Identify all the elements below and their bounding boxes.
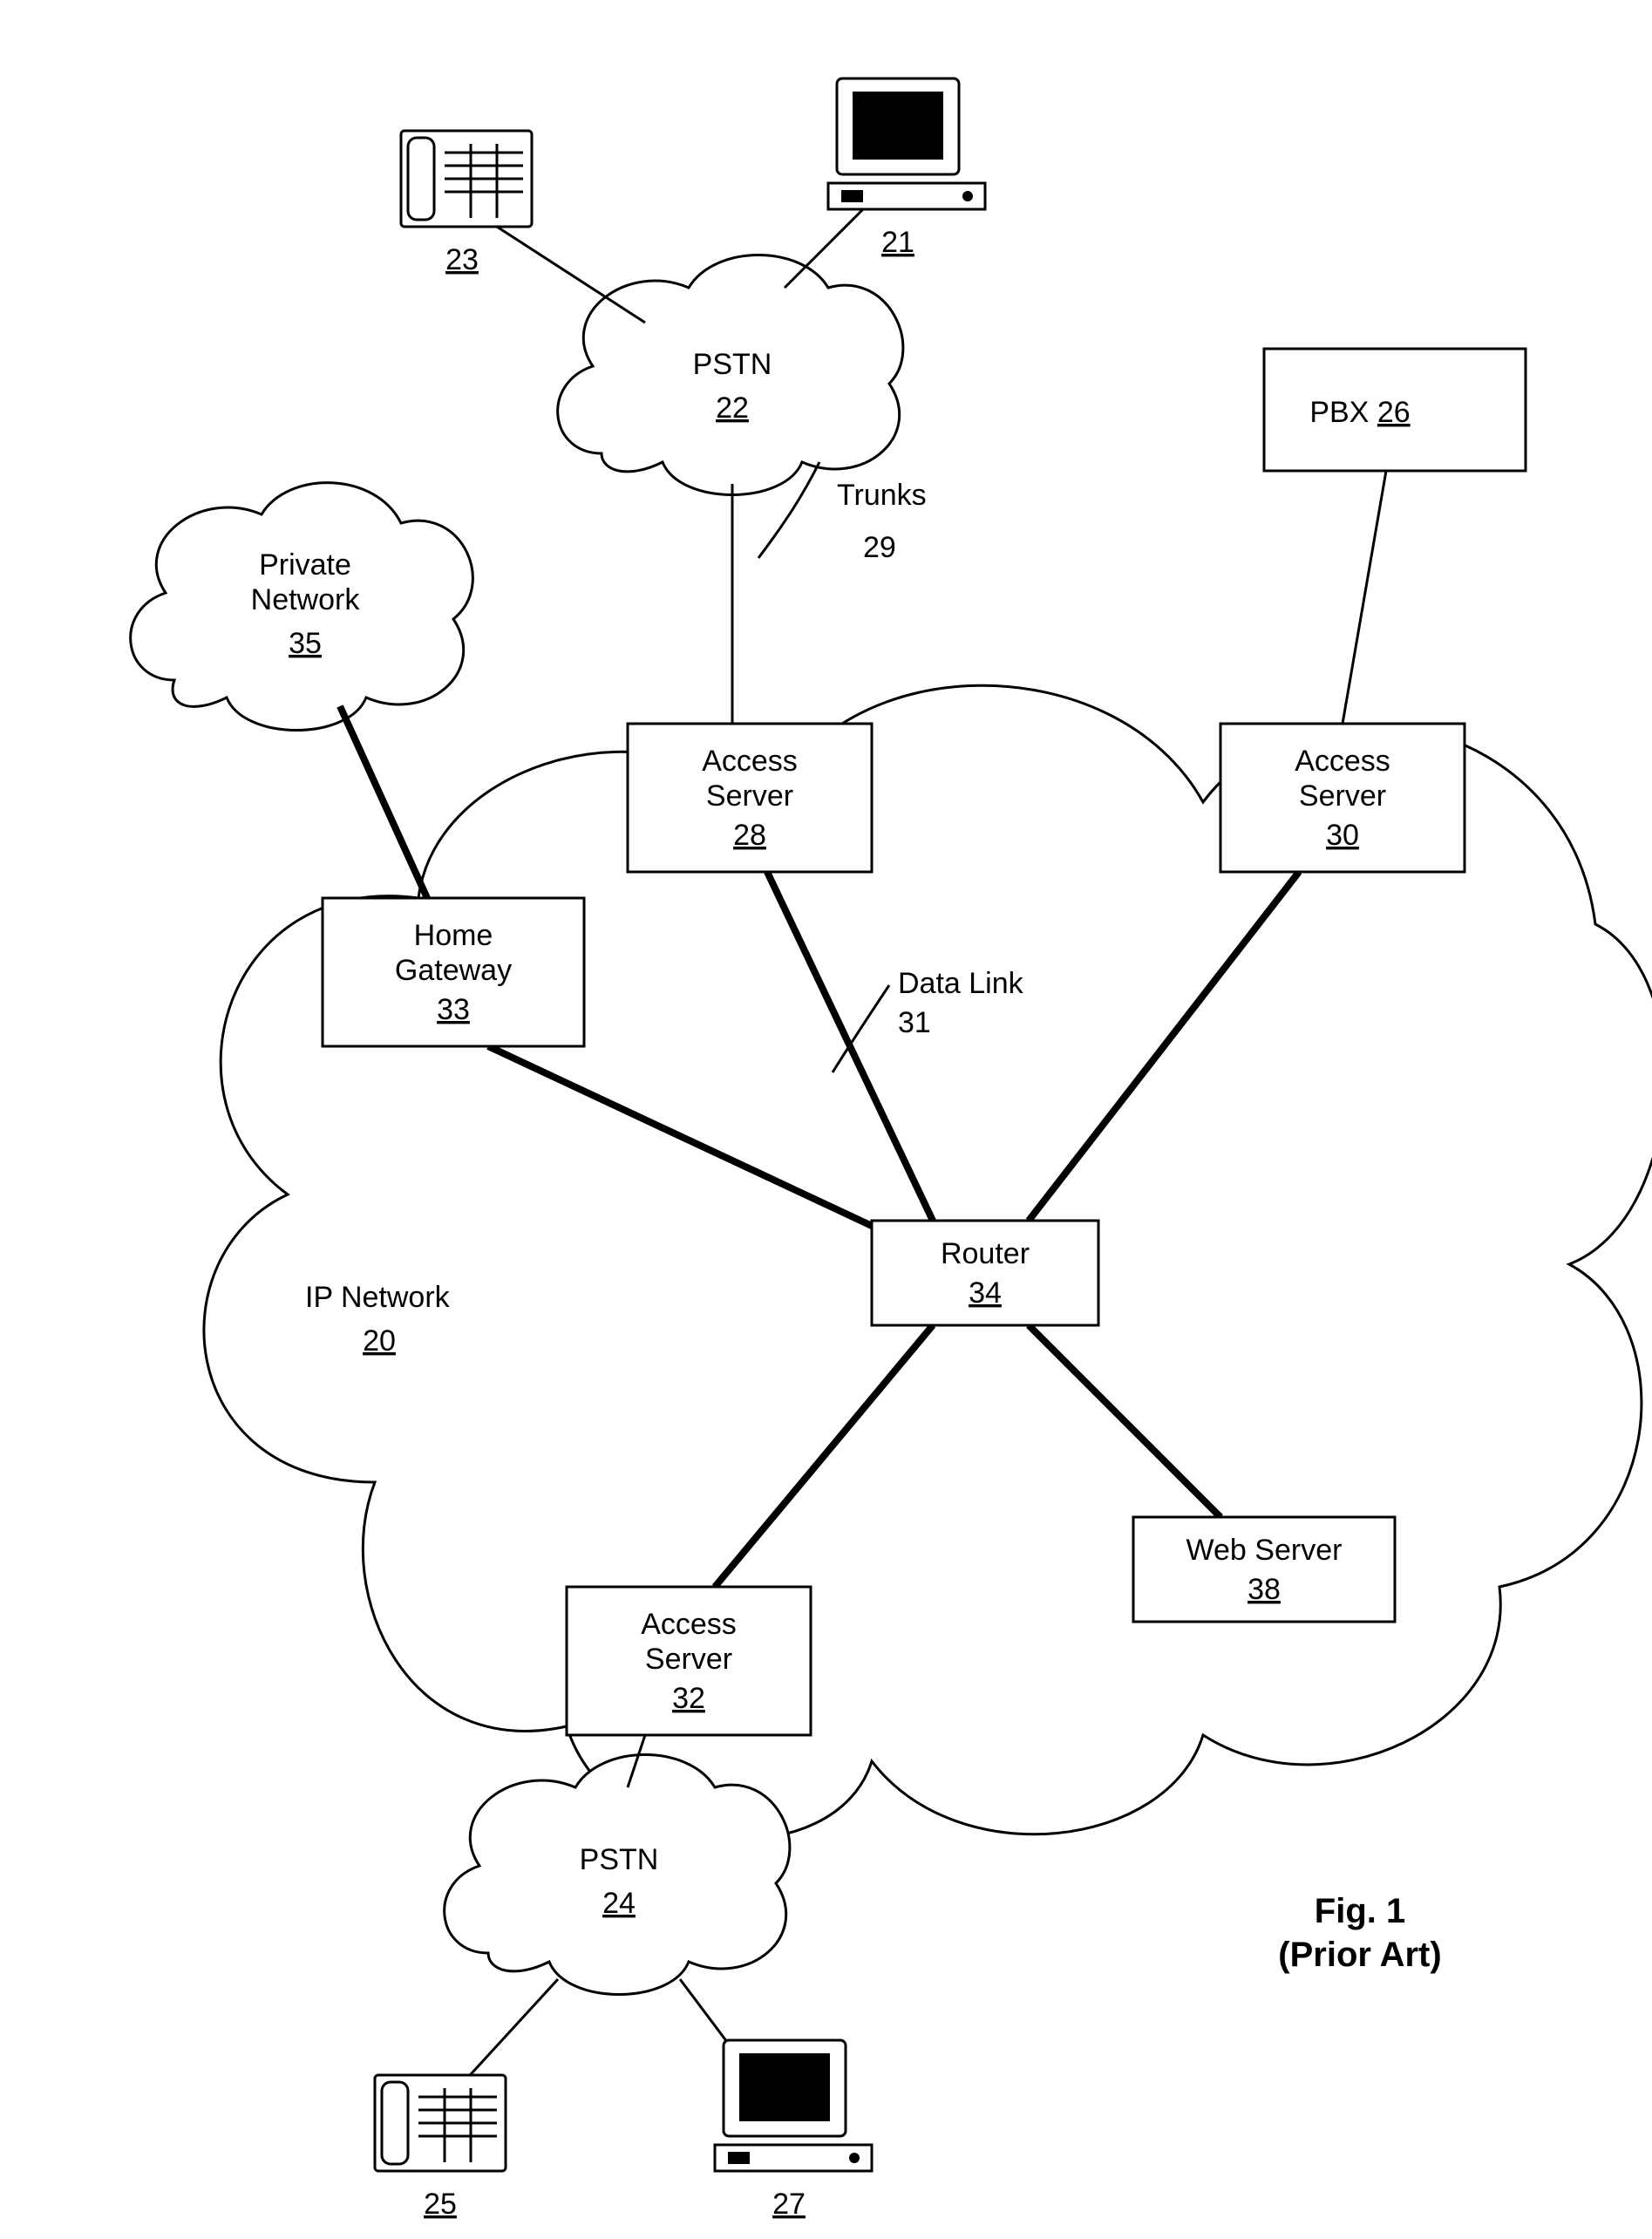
homegw-line1: Home <box>414 919 493 952</box>
access32-line2: Server <box>645 1643 732 1676</box>
access28-line1: Access <box>702 745 798 778</box>
link-pstn24-phone25 <box>462 1979 558 2084</box>
phone-icon-23 <box>401 131 532 227</box>
computer-icon-21 <box>828 78 985 209</box>
webserver-label: Web Server <box>1186 1534 1343 1567</box>
computer-icon-27 <box>715 2040 872 2171</box>
trunks-label: Trunks <box>837 479 927 512</box>
link-pbx-access30 <box>1343 471 1386 724</box>
link-private-homegw <box>340 706 427 898</box>
access30-line2: Server <box>1299 779 1386 813</box>
access28-ref: 28 <box>733 819 766 852</box>
datalink-ref: 31 <box>898 1006 931 1039</box>
link-computer21-pstn22 <box>785 209 863 288</box>
phone25-ref: 25 <box>424 2188 457 2221</box>
access32-ref: 32 <box>672 1682 705 1715</box>
webserver-ref: 38 <box>1247 1573 1281 1606</box>
private-network-ref: 35 <box>289 627 322 660</box>
router-ref: 34 <box>969 1276 1002 1310</box>
private-network-line1: Private <box>259 548 351 582</box>
access28-line2: Server <box>706 779 793 813</box>
ip-network-ref: 20 <box>363 1324 396 1358</box>
figure-subtitle: (Prior Art) <box>1278 1936 1441 1974</box>
access30-ref: 30 <box>1326 819 1359 852</box>
ip-network-label: IP Network <box>305 1281 451 1314</box>
homegw-ref: 33 <box>437 993 470 1026</box>
pstn-top-ref: 22 <box>716 391 749 425</box>
figure-title: Fig. 1 <box>1315 1892 1405 1930</box>
link-phone23-pstn22 <box>497 227 645 323</box>
pstn-bottom-label: PSTN <box>580 1843 659 1876</box>
access32-line1: Access <box>641 1608 737 1641</box>
phone23-ref: 23 <box>445 243 479 276</box>
pstn-top-label: PSTN <box>693 348 772 381</box>
pstn-bottom-ref: 24 <box>602 1887 636 1920</box>
homegw-line2: Gateway <box>395 954 512 987</box>
pbx-label: PBX 26 <box>1309 396 1410 429</box>
computer27-ref: 27 <box>772 2188 806 2221</box>
private-network-line2: Network <box>251 583 361 616</box>
access30-line1: Access <box>1295 745 1390 778</box>
phone-icon-25 <box>375 2075 506 2171</box>
trunks-ref: 29 <box>863 531 896 564</box>
computer21-ref: 21 <box>881 226 914 259</box>
router-label: Router <box>941 1237 1030 1270</box>
datalink-label: Data Link <box>898 967 1024 1000</box>
